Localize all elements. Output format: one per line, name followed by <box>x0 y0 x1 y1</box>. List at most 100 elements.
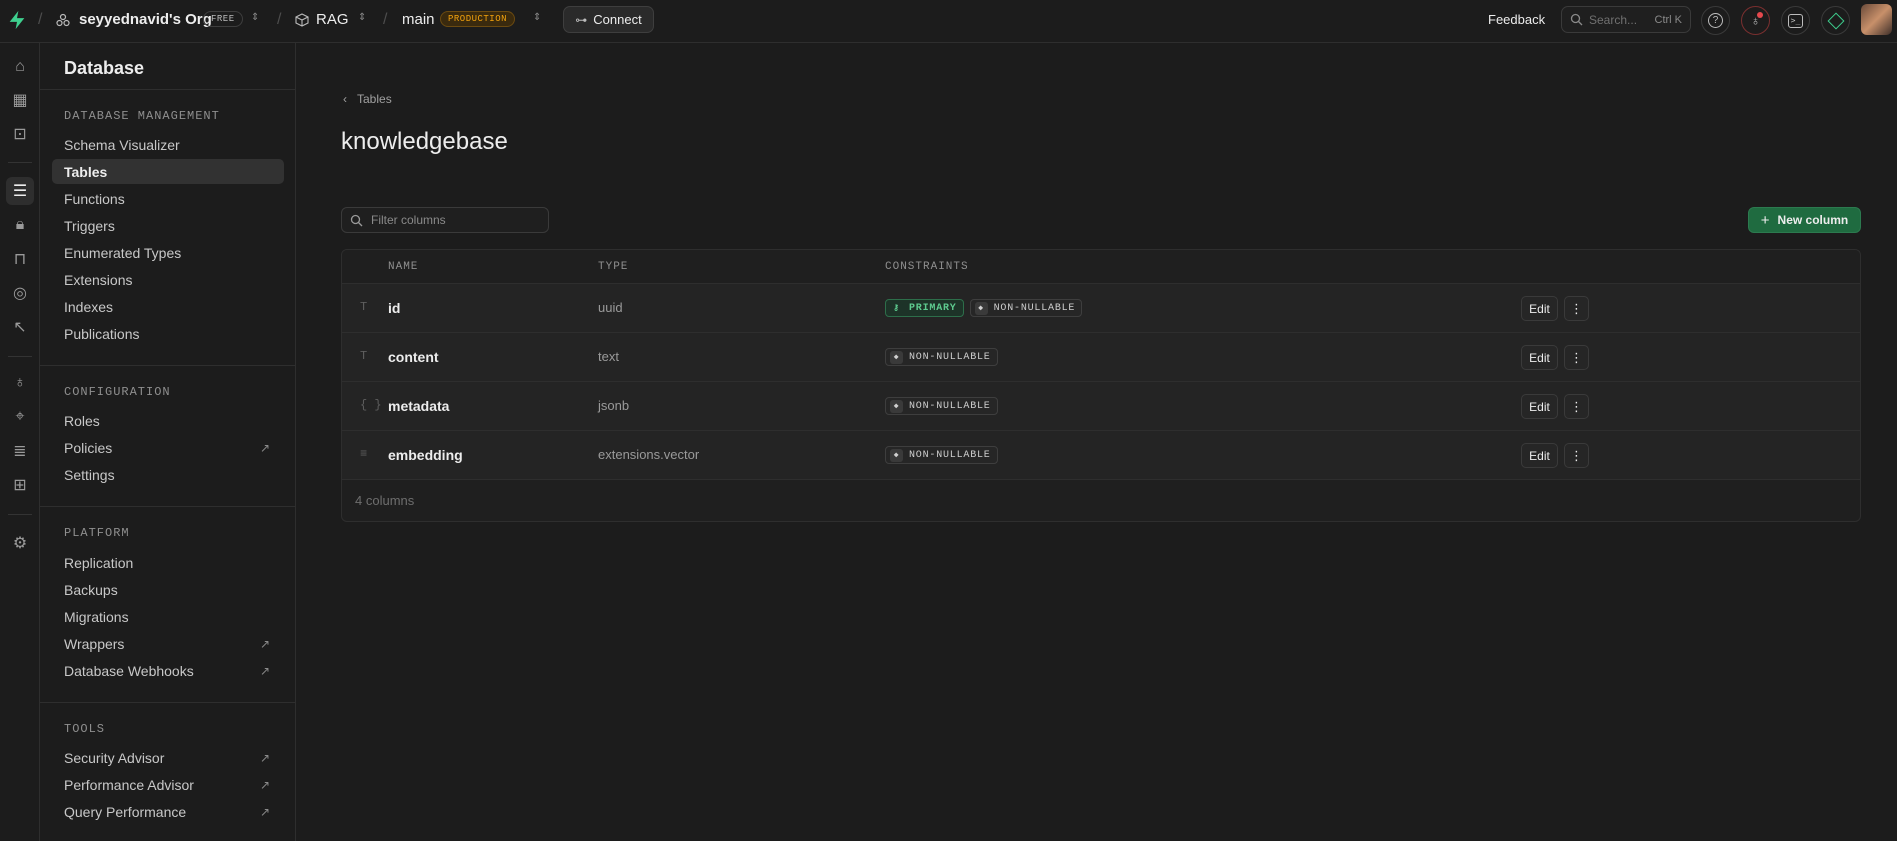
sidebar-item-wrappers[interactable]: Wrappers ↗ <box>52 631 284 656</box>
header-constraints: CONSTRAINTS <box>885 261 969 273</box>
org-switcher-icon[interactable]: ⇕ <box>251 12 259 23</box>
auth-lock-icon[interactable]: 🔒︎ <box>6 211 34 239</box>
plug-icon: ⊶ <box>575 12 588 27</box>
column-name: embedding <box>388 447 463 463</box>
table-row: T id uuid ⚷ PRIMARY ◆ NON-NULLABLE Edit … <box>342 284 1860 333</box>
column-name: metadata <box>388 398 450 414</box>
terminal-button[interactable]: >_ <box>1781 6 1810 35</box>
help-button[interactable]: ? <box>1701 6 1730 35</box>
external-link-icon: ↗ <box>259 750 270 765</box>
diamond-icon: ◆ <box>890 448 903 462</box>
header-name: NAME <box>388 261 419 273</box>
type-vector-icon: ≡ <box>360 447 368 461</box>
more-options-icon[interactable]: ⋮ <box>1564 296 1589 321</box>
sql-editor-icon[interactable]: ⊡ <box>6 120 34 148</box>
realtime-cursor-icon[interactable]: ↖ <box>6 313 34 341</box>
filter-columns-field[interactable] <box>341 207 549 233</box>
org-plan-badge: FREE <box>203 11 243 27</box>
constraints: ◆ NON-NULLABLE <box>885 397 998 415</box>
key-icon: ⚷ <box>890 301 903 315</box>
advisor-notifications-button[interactable]: ♁ <box>1741 6 1770 35</box>
more-options-icon[interactable]: ⋮ <box>1564 394 1589 419</box>
integrations-icon[interactable]: ⊞ <box>6 471 34 499</box>
advisors-lightbulb-icon[interactable]: ♁ <box>6 369 34 397</box>
primary-key-badge: ⚷ PRIMARY <box>885 299 964 317</box>
terminal-icon: >_ <box>1788 13 1803 28</box>
constraints: ◆ NON-NULLABLE <box>885 446 998 464</box>
sidebar-item-backups[interactable]: Backups <box>52 577 284 602</box>
sidebar-item-indexes[interactable]: Indexes <box>52 294 284 319</box>
sidebar-item-publications[interactable]: Publications <box>52 321 284 346</box>
reports-telescope-icon[interactable]: ⌖ <box>6 403 34 431</box>
sidebar-divider <box>40 702 296 703</box>
sidebar-item-policies[interactable]: Policies ↗ <box>52 435 284 460</box>
sidebar-item-functions[interactable]: Functions <box>52 186 284 211</box>
more-options-icon[interactable]: ⋮ <box>1564 443 1589 468</box>
help-icon: ? <box>1708 13 1723 28</box>
logs-list-icon[interactable]: ≣ <box>6 437 34 465</box>
sidebar-item-enumerated-types[interactable]: Enumerated Types <box>52 240 284 265</box>
edit-column-button[interactable]: Edit <box>1521 296 1558 321</box>
edit-column-button[interactable]: Edit <box>1521 345 1558 370</box>
sidebar-item-triggers[interactable]: Triggers <box>52 213 284 238</box>
breadcrumb-separator: / <box>383 11 388 28</box>
section-title-configuration: CONFIGURATION <box>64 385 171 399</box>
sidebar-item-migrations[interactable]: Migrations <box>52 604 284 629</box>
filter-columns-input[interactable] <box>371 213 541 227</box>
external-link-icon: ↗ <box>259 777 270 792</box>
sidebar-item-performance-advisor[interactable]: Performance Advisor ↗ <box>52 772 284 797</box>
assistant-button[interactable] <box>1821 6 1850 35</box>
home-icon[interactable]: ⌂ <box>6 53 34 81</box>
sidebar-item-schema-visualizer[interactable]: Schema Visualizer <box>52 132 284 157</box>
sidebar-item-extensions[interactable]: Extensions <box>52 267 284 292</box>
sidebar-item-replication[interactable]: Replication <box>52 550 284 575</box>
search-box[interactable]: Search... Ctrl K <box>1561 6 1691 33</box>
sidebar-item-query-performance[interactable]: Query Performance ↗ <box>52 799 284 824</box>
connect-label: Connect <box>593 12 642 27</box>
database-sidebar: Database DATABASE MANAGEMENT Schema Visu… <box>40 43 296 841</box>
sidebar-item-tables[interactable]: Tables <box>52 159 284 184</box>
section-title-tools: TOOLS <box>64 722 106 736</box>
sidebar-divider <box>40 506 296 507</box>
header-type: TYPE <box>598 261 629 273</box>
sidebar-item-label: Query Performance <box>64 803 187 820</box>
non-nullable-badge: ◆ NON-NULLABLE <box>885 446 998 464</box>
column-type: text <box>598 349 619 364</box>
non-nullable-badge: ◆ NON-NULLABLE <box>885 397 998 415</box>
org-name[interactable]: seyyednavid's Org <box>79 11 212 28</box>
sidebar-item-roles[interactable]: Roles <box>52 408 284 433</box>
avatar[interactable] <box>1861 4 1892 35</box>
edit-column-button[interactable]: Edit <box>1521 443 1558 468</box>
project-name[interactable]: RAG <box>316 11 349 28</box>
database-icon[interactable]: ☰ <box>6 177 34 205</box>
connect-button[interactable]: ⊶ Connect <box>563 6 654 33</box>
feedback-button[interactable]: Feedback <box>1488 12 1545 27</box>
project-switcher-icon[interactable]: ⇕ <box>358 12 366 23</box>
non-nullable-label: NON-NULLABLE <box>909 449 991 461</box>
table-editor-icon[interactable]: ▦ <box>6 86 34 114</box>
rail-divider <box>8 162 32 163</box>
sidebar-item-settings[interactable]: Settings <box>52 462 284 487</box>
branch-switcher-icon[interactable]: ⇕ <box>533 12 541 23</box>
sidebar-item-database-webhooks[interactable]: Database Webhooks ↗ <box>52 658 284 683</box>
search-shortcut: Ctrl K <box>1654 13 1683 26</box>
top-bar: / seyyednavid's Org FREE ⇕ / RAG ⇕ / mai… <box>0 0 1897 43</box>
back-to-tables-link[interactable]: ‹ Tables <box>343 92 392 106</box>
table-row: ≡ embedding extensions.vector ◆ NON-NULL… <box>342 431 1860 480</box>
section-title-database-management: DATABASE MANAGEMENT <box>64 109 220 123</box>
search-icon <box>1570 13 1583 26</box>
sidebar-item-label: Security Advisor <box>64 749 165 766</box>
new-column-button[interactable]: + New column <box>1748 207 1861 233</box>
external-link-icon: ↗ <box>259 636 270 651</box>
branch-name[interactable]: main <box>402 11 435 28</box>
supabase-logo-icon[interactable] <box>6 9 28 31</box>
org-icon <box>56 13 70 27</box>
type-text-icon: T <box>360 349 368 363</box>
settings-gear-icon[interactable]: ⚙ <box>6 529 34 557</box>
non-nullable-label: NON-NULLABLE <box>993 302 1076 314</box>
edit-column-button[interactable]: Edit <box>1521 394 1558 419</box>
sidebar-item-security-advisor[interactable]: Security Advisor ↗ <box>52 745 284 770</box>
storage-folder-icon[interactable]: ⊓ <box>6 245 34 273</box>
edge-functions-icon[interactable]: ◎ <box>6 279 34 307</box>
more-options-icon[interactable]: ⋮ <box>1564 345 1589 370</box>
